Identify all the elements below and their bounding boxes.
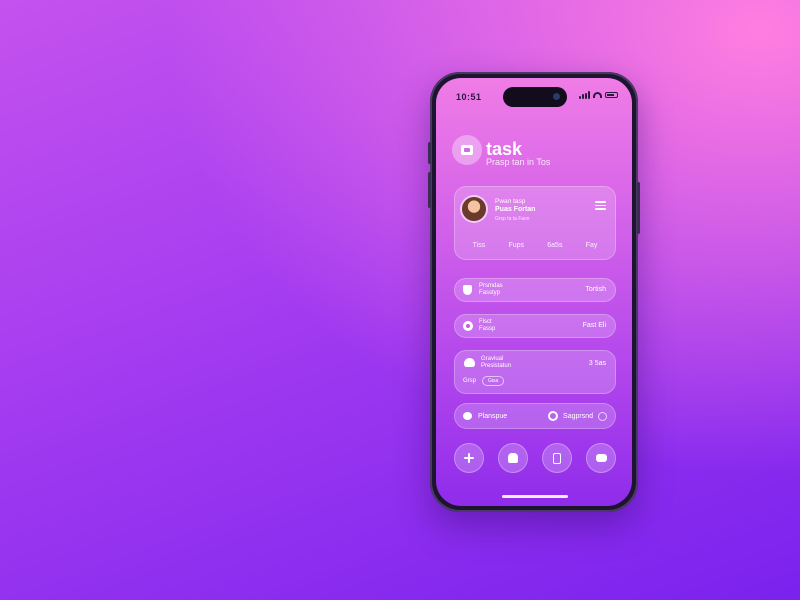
profile-name: Pwan tasp bbox=[495, 198, 526, 205]
task-card-tag[interactable]: Gisa bbox=[482, 376, 505, 386]
device-icon bbox=[553, 452, 561, 464]
profile-stat[interactable]: 6a5s bbox=[547, 242, 562, 249]
task-card-meta: 3 5as bbox=[588, 360, 606, 367]
profile-stats: Tiss Fups 6a5s Fay bbox=[455, 242, 615, 249]
device-button[interactable] bbox=[542, 443, 572, 473]
profile-stat[interactable]: Fups bbox=[508, 242, 524, 249]
task-row-label: Prsmdas Fasstyp bbox=[479, 283, 503, 296]
toggle-card[interactable]: Planspue Sagprsnd bbox=[454, 403, 616, 429]
app-header: task Prasp tan in Tos bbox=[452, 135, 550, 167]
task-card[interactable]: Graviual Presistatun 3 5as Grsp Gisa bbox=[454, 350, 616, 394]
phone-side-button bbox=[428, 142, 431, 164]
task-row-label: Flsct Fassp bbox=[479, 319, 496, 332]
chevron-icon bbox=[598, 411, 607, 421]
avatar[interactable] bbox=[462, 197, 486, 221]
plus-icon bbox=[464, 453, 474, 463]
phone-side-button bbox=[637, 182, 640, 234]
phone-frame: 10:51 task Prasp tan in Tos Pwan tasp Pu… bbox=[428, 72, 640, 512]
target-icon bbox=[463, 321, 473, 331]
camera-icon bbox=[553, 93, 560, 100]
task-card-label: Graviual Presistatun bbox=[481, 356, 512, 369]
profile-role: Puas Fortan bbox=[495, 206, 536, 213]
profile-card[interactable]: Pwan tasp Puas Fortan Grsp ta ta Fasn Ti… bbox=[454, 186, 616, 260]
phone-side-button bbox=[428, 172, 431, 208]
status-icons bbox=[579, 91, 618, 99]
phone-screen: 10:51 task Prasp tan in Tos Pwan tasp Pu… bbox=[436, 78, 632, 506]
shield-icon bbox=[463, 285, 473, 295]
task-row[interactable]: Prsmdas Fasstyp Tortish bbox=[454, 278, 616, 302]
task-row-action[interactable]: Fast Eli bbox=[583, 322, 606, 329]
home-indicator[interactable] bbox=[502, 495, 568, 498]
task-row-action[interactable]: Tortish bbox=[585, 286, 606, 293]
chat-icon bbox=[595, 454, 607, 462]
toggle-right-option[interactable]: Sagprsnd bbox=[548, 411, 607, 421]
plant-icon bbox=[508, 453, 518, 463]
option-icon bbox=[463, 412, 472, 420]
action-bar bbox=[454, 443, 616, 473]
task-card-footer: Grsp Gisa bbox=[463, 376, 505, 386]
status-time: 10:51 bbox=[456, 92, 482, 102]
profile-stat[interactable]: Tiss bbox=[473, 242, 486, 249]
signal-icon bbox=[579, 91, 590, 99]
menu-icon[interactable] bbox=[595, 201, 606, 212]
battery-icon bbox=[605, 92, 618, 98]
profile-stat[interactable]: Fay bbox=[586, 242, 598, 249]
chat-button[interactable] bbox=[586, 443, 616, 473]
dynamic-island bbox=[503, 87, 567, 107]
task-card-foot-label: Grsp bbox=[463, 378, 477, 384]
app-logo-icon bbox=[452, 135, 482, 165]
add-button[interactable] bbox=[454, 443, 484, 473]
wifi-icon bbox=[593, 92, 602, 98]
profile-detail: Grsp ta ta Fasn bbox=[495, 216, 530, 222]
sync-icon bbox=[548, 411, 559, 421]
plant-button[interactable] bbox=[498, 443, 528, 473]
app-subtitle: Prasp tan in Tos bbox=[486, 157, 551, 167]
toggle-left-option[interactable]: Planspue bbox=[463, 412, 507, 420]
cloud-icon bbox=[464, 358, 475, 367]
task-row[interactable]: Flsct Fassp Fast Eli bbox=[454, 314, 616, 338]
